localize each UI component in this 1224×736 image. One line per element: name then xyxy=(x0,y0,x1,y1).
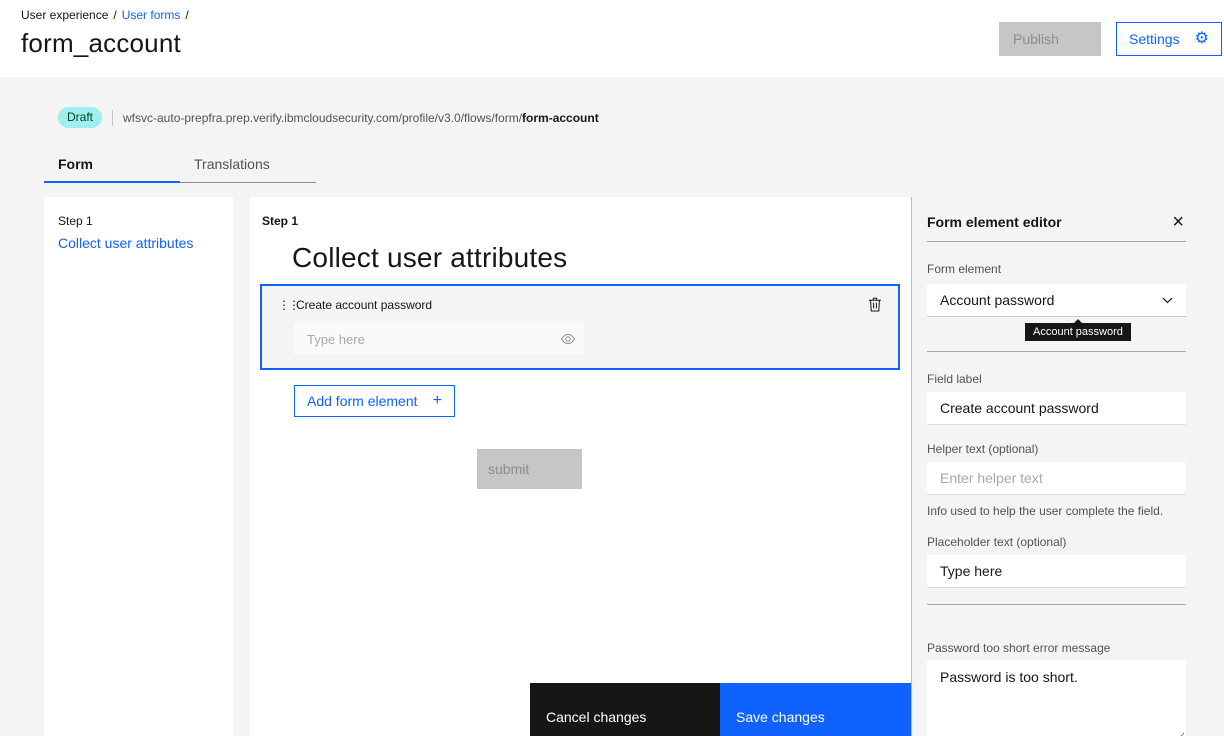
editor-title: Form element editor xyxy=(927,214,1062,230)
trash-icon xyxy=(869,297,881,312)
editor-header: Form element editor × xyxy=(927,212,1186,232)
cancel-changes-button[interactable]: Cancel changes xyxy=(530,683,720,736)
canvas-action-bar: Cancel changes Save changes xyxy=(530,683,911,736)
submit-button-preview[interactable]: submit xyxy=(477,449,582,489)
breadcrumb-separator: / xyxy=(113,8,117,22)
canvas-step-label: Step 1 xyxy=(262,214,299,228)
page-title: form_account xyxy=(21,28,181,58)
settings-button[interactable]: Settings ⚙ xyxy=(1116,22,1222,56)
workspace: Draft wfsvc-auto-prepfra.prep.verify.ibm… xyxy=(0,77,1224,736)
content-area: Step 1 Collect user attributes Step 1 Co… xyxy=(0,197,1224,736)
canvas-heading: Collect user attributes xyxy=(292,242,568,273)
form-element-dropdown[interactable]: Account password Account password xyxy=(927,284,1186,341)
editor-divider xyxy=(927,604,1186,605)
helper-text-label: Helper text (optional) xyxy=(927,442,1039,456)
form-element-field-label: Form element xyxy=(927,262,1002,276)
drag-handle-icon[interactable]: ⋮⋮ xyxy=(278,298,300,312)
form-element-header: ⋮⋮ Create account password xyxy=(278,295,884,314)
top-bar-left: User experience / User forms / form_acco… xyxy=(21,0,189,77)
app-window: User experience / User forms / form_acco… xyxy=(0,0,1224,736)
form-element-editor-panel: Form element editor × Form element Accou… xyxy=(911,197,1224,736)
save-changes-button[interactable]: Save changes xyxy=(720,683,911,736)
form-url: wfsvc-auto-prepfra.prep.verify.ibmclouds… xyxy=(123,111,599,125)
delete-element-button[interactable] xyxy=(866,295,884,314)
password-field[interactable] xyxy=(294,331,584,347)
status-row: Draft wfsvc-auto-prepfra.prep.verify.ibm… xyxy=(58,107,1224,128)
status-divider xyxy=(112,109,114,126)
password-error-textarea[interactable]: Password is too short. xyxy=(927,660,1186,736)
form-canvas: Step 1 Collect user attributes ⋮⋮ Create… xyxy=(250,197,911,736)
password-input-preview xyxy=(294,323,584,355)
tab-bar: Form Translations xyxy=(44,150,1224,183)
password-error-label: Password too short error message xyxy=(927,641,1111,655)
form-element-password[interactable]: ⋮⋮ Create account password xyxy=(260,284,900,370)
steps-panel: Step 1 Collect user attributes xyxy=(44,197,233,736)
chevron-down-icon xyxy=(1162,297,1173,303)
field-label-label: Field label xyxy=(927,372,982,386)
breadcrumb-separator: / xyxy=(185,8,189,22)
top-bar: User experience / User forms / form_acco… xyxy=(0,0,1224,77)
steps-panel-step-link[interactable]: Collect user attributes xyxy=(58,235,219,251)
publish-button[interactable]: Publish xyxy=(999,22,1101,56)
draft-status-badge: Draft xyxy=(58,107,103,128)
settings-button-label: Settings xyxy=(1129,31,1180,47)
form-element-label: Create account password xyxy=(296,297,433,312)
tab-form[interactable]: Form xyxy=(44,150,180,183)
add-form-element-button[interactable]: Add form element + xyxy=(294,385,455,417)
helper-text-input[interactable] xyxy=(927,462,1186,495)
plus-icon: + xyxy=(432,392,442,409)
placeholder-text-input[interactable] xyxy=(927,555,1186,588)
breadcrumb-user-forms-link[interactable]: User forms xyxy=(122,8,181,22)
breadcrumb-user-experience: User experience xyxy=(21,8,109,22)
helper-info-text: Info used to help the user complete the … xyxy=(927,504,1164,518)
dropdown-tooltip: Account password xyxy=(1025,319,1131,341)
editor-divider xyxy=(927,351,1186,352)
form-element-dropdown-value: Account password xyxy=(940,292,1055,308)
tab-translations[interactable]: Translations xyxy=(180,150,316,183)
eye-icon[interactable] xyxy=(560,331,576,347)
placeholder-text-label: Placeholder text (optional) xyxy=(927,535,1067,549)
close-icon[interactable]: × xyxy=(1170,212,1186,232)
top-bar-actions: Publish Settings ⚙ xyxy=(999,0,1222,77)
form-url-slug: form-account xyxy=(522,110,599,125)
password-error-field-wrap: Password is too short. xyxy=(927,660,1186,736)
add-form-element-label: Add form element xyxy=(307,393,418,409)
gear-icon: ⚙ xyxy=(1194,30,1209,47)
steps-panel-step-label: Step 1 xyxy=(58,214,93,228)
breadcrumb: User experience / User forms / xyxy=(21,0,189,22)
field-label-input[interactable] xyxy=(927,392,1186,425)
editor-divider xyxy=(927,241,1186,242)
form-url-prefix: wfsvc-auto-prepfra.prep.verify.ibmclouds… xyxy=(123,110,523,125)
